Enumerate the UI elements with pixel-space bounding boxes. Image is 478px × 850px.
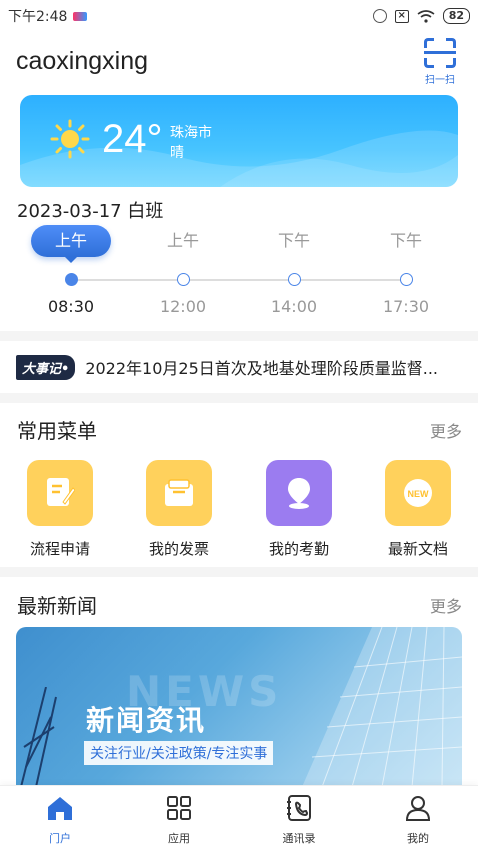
sun-icon <box>50 119 90 159</box>
nav-label: 我的 <box>407 832 429 845</box>
header: caoxingxing 扫一扫 <box>16 38 462 88</box>
section-divider <box>0 331 478 341</box>
nav-item-contacts[interactable]: 通讯录 <box>259 794 339 846</box>
weather-city: 珠海市 <box>170 125 212 141</box>
timeline-slot-time: 12:00 <box>159 297 207 316</box>
news-banner[interactable]: NEWS 新闻资讯 关注行业/关注政策/专注实事 <box>16 627 462 787</box>
common-menu-title: 常用菜单 <box>17 419 97 443</box>
nav-item-profile[interactable]: 我的 <box>378 794 458 846</box>
timeline-slot[interactable]: 上午 08:30 <box>26 225 116 316</box>
nav-label: 应用 <box>168 832 190 845</box>
profile-icon <box>405 796 431 821</box>
timeline-dot <box>400 273 413 286</box>
nav-item-apps[interactable]: 应用 <box>139 794 219 846</box>
timeline-track <box>71 279 406 281</box>
timeline-dot <box>288 273 301 286</box>
contacts-icon <box>287 795 311 821</box>
news-section-title: 最新新闻 <box>17 594 97 618</box>
weather-temperature: 24° <box>102 117 163 161</box>
timeline-dot <box>177 273 190 286</box>
status-bar: 下午2:48 × 82 <box>0 0 478 32</box>
timeline-slot[interactable]: 下午 14:00 <box>249 225 339 316</box>
timeline-slot-time: 08:30 <box>47 297 95 316</box>
sim-off-icon: × <box>394 9 409 23</box>
weather-condition: 晴 <box>170 145 184 161</box>
shift-date: 2023-03-17 白班 <box>17 201 164 222</box>
events-tag: 大事记• <box>16 354 76 380</box>
process-icon <box>27 460 93 526</box>
common-menu: 流程申请 我的发票 我的考勤 NEW 最新文档 <box>0 460 478 560</box>
timeline-slot-label: 下午 <box>389 231 422 250</box>
username: caoxingxing <box>16 47 149 75</box>
menu-item-invoice[interactable]: 我的发票 <box>129 460 229 559</box>
menu-item-new-doc[interactable]: NEW 最新文档 <box>368 460 468 559</box>
invoice-icon <box>146 460 212 526</box>
news-banner-title: 新闻资讯 <box>86 704 207 737</box>
hotspot-icon <box>372 9 387 23</box>
menu-item-label: 最新文档 <box>387 540 448 558</box>
events-ticker[interactable]: 大事记• 2022年10月25日首次及地基处理阶段质量监督... <box>0 341 478 393</box>
svg-text:NEW: NEW <box>408 489 430 499</box>
timeline-slot-time: 14:00 <box>270 297 318 316</box>
timeline-slot-label: 上午 <box>31 225 111 263</box>
common-menu-more-link[interactable]: 更多 <box>430 418 462 442</box>
new-doc-icon: NEW <box>385 460 451 526</box>
news-more-link[interactable]: 更多 <box>430 593 462 617</box>
news-banner-subtitle: 关注行业/关注政策/专注实事 <box>84 741 274 765</box>
shift-timeline: 上午 08:30 上午 12:00 下午 14:00 下午 17:30 <box>0 225 478 325</box>
timeline-slot-label: 上午 <box>166 231 199 250</box>
status-time: 下午2:48 <box>8 9 68 25</box>
menu-item-label: 我的考勤 <box>268 540 329 558</box>
building-graphic <box>302 627 462 787</box>
menu-item-label: 我的发票 <box>148 540 209 558</box>
timeline-dot <box>65 273 78 286</box>
section-divider <box>0 393 478 403</box>
apps-icon <box>167 796 191 820</box>
timeline-slot[interactable]: 下午 17:30 <box>361 225 451 316</box>
nav-item-portal[interactable]: 门户 <box>20 794 100 846</box>
bottom-nav: 门户 应用 通讯录 我的 <box>0 785 478 850</box>
tower-graphic <box>20 687 57 787</box>
menu-item-attendance[interactable]: 我的考勤 <box>249 460 349 559</box>
scan-label: 扫一扫 <box>425 75 455 86</box>
nav-label: 门户 <box>49 832 71 845</box>
wifi-icon <box>417 9 435 23</box>
status-icons: × 82 <box>372 8 470 24</box>
menu-item-process[interactable]: 流程申请 <box>10 460 110 559</box>
events-text[interactable]: 2022年10月25日首次及地基处理阶段质量监督... <box>85 355 455 379</box>
location-icon <box>266 460 332 526</box>
scan-icon <box>424 38 456 68</box>
home-icon <box>48 797 72 820</box>
weather-card[interactable]: 24° 珠海市 晴 <box>20 95 458 187</box>
scan-button[interactable]: 扫一扫 <box>418 38 462 88</box>
timeline-slot-time: 17:30 <box>382 297 430 316</box>
timeline-slot-label: 下午 <box>277 231 310 250</box>
menu-item-label: 流程申请 <box>29 540 90 558</box>
nav-label: 通讯录 <box>282 832 316 845</box>
section-divider <box>0 567 478 577</box>
timeline-slot[interactable]: 上午 12:00 <box>138 225 228 316</box>
notification-icon <box>73 11 88 21</box>
battery-indicator: 82 <box>442 8 470 24</box>
